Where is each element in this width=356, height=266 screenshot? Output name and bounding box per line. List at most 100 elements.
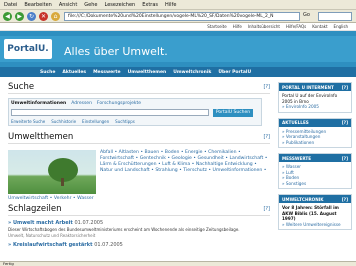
tab-umweltinformationen[interactable]: Umweltinformationen (11, 101, 66, 106)
status-bar: Fertig (0, 261, 356, 266)
news-headline[interactable]: » Kreislaufwirtschaft gestärkt (8, 242, 92, 248)
site-header: PortalU. Alles über Umwelt. (0, 31, 356, 67)
forward-arrow-icon[interactable]: ▶ (15, 11, 24, 21)
portalu-logo[interactable]: PortalU. (4, 39, 52, 59)
search-tips-link[interactable]: Suchtipps (115, 119, 135, 124)
main-nav: Suche Aktuelles Messwerte Umweltthemen U… (0, 67, 356, 77)
box-title: UMWELTCHRONIK (282, 196, 324, 202)
sidebar-box-aktuelles: AKTUELLES [?] » Pressemitteilungen » Vera… (278, 117, 352, 148)
themes-help-link[interactable]: [?] (263, 134, 270, 140)
search-options: Erweiterte Suche Suchhistorie Einstellun… (11, 119, 135, 124)
news-title: Schlagzeilen (8, 204, 62, 214)
back-arrow-icon[interactable]: ◀ (3, 11, 12, 21)
landscape-image (8, 150, 96, 194)
sidebar-box-body: » Pressemitteilungen » Veranstaltungen »… (279, 127, 351, 148)
sidebar-item[interactable]: » Weitere Umweltereignisse (282, 222, 348, 228)
search-box: Umweltinformationen Adressen Forschungsp… (8, 98, 262, 126)
browser-search-input[interactable] (318, 11, 352, 21)
right-sidebar: PORTAL U INTERMENT [?] Portal U auf der E… (278, 82, 352, 235)
themes-section-header: Umweltthemen [?] (8, 132, 270, 144)
news-list: » Umwelt macht Arbeit 01.07.2005 Dieser … (8, 220, 270, 248)
sidebar-item[interactable]: Portal U auf der EnviroInfo 2005 in Brno (282, 93, 348, 104)
search-section-header: Suche [?] (8, 82, 270, 94)
box-help[interactable]: [?] (342, 197, 348, 202)
sidebar-box-chronik: UMWELTCHRONIK [?] Vor 8 Jahren: Störfall … (278, 194, 352, 230)
sidebar-box-header: UMWELTCHRONIK [?] (279, 195, 351, 203)
box-title: PORTAL U INTERMENT (282, 84, 334, 90)
address-bar[interactable]: file:///C:/Dokumente%20und%20Einstellung… (64, 11, 300, 21)
menu-tools[interactable]: Extras (142, 2, 158, 8)
news-item-title[interactable]: » Umwelt macht Arbeit 01.07.2005 (8, 220, 270, 226)
news-date: 01.07.2005 (74, 220, 104, 226)
sidebar-item[interactable]: Vor 8 Jahren: Störfall im AKW Biblis (15… (282, 205, 348, 222)
sidebar-box-messwerte: MESSWERTE [?] » Wasser » Luft » Boden » S… (278, 153, 352, 189)
box-title: AKTUELLES (282, 120, 309, 125)
nav-umweltchronik[interactable]: Umweltchronik (173, 70, 211, 75)
menu-help[interactable]: Hilfe (165, 2, 176, 8)
link-startseite[interactable]: Startseite (207, 24, 226, 29)
menu-view[interactable]: Ansicht (59, 2, 77, 8)
sidebar-box-body: Vor 8 Jahren: Störfall im AKW Biblis (15… (279, 203, 351, 229)
tree-trunk (61, 178, 64, 186)
link-faq[interactable]: Hilfe/FAQs (286, 24, 306, 29)
news-item-title[interactable]: » Kreislaufwirtschaft gestärkt 01.07.200… (8, 242, 270, 248)
main-area: Suche [?] Umweltinformationen Adressen F… (0, 77, 356, 261)
nav-aktuelles[interactable]: Aktuelles (62, 70, 86, 75)
themes-list[interactable]: Abfall • Altlasten • Bauen • Boden • Ene… (100, 150, 270, 174)
tab-adressen[interactable]: Adressen (71, 101, 92, 106)
link-kontakt[interactable]: Kontakt (312, 24, 327, 29)
settings-link[interactable]: Einstellungen (82, 119, 109, 124)
search-history-link[interactable]: Suchhistorie (51, 119, 76, 124)
box-help[interactable]: [?] (342, 120, 348, 125)
link-inhalt[interactable]: Inhaltsübersicht (248, 24, 280, 29)
tab-forschungsprojekte[interactable]: Forschungsprojekte (97, 101, 141, 106)
site-slogan: Alles über Umwelt. (64, 45, 168, 58)
menu-bar: Datei Bearbeiten Ansicht Gehe Lesezeiche… (0, 0, 356, 10)
box-help[interactable]: [?] (342, 156, 348, 161)
themes-block: Abfall • Altlasten • Bauen • Boden • Ene… (8, 148, 270, 204)
nav-umweltthemen[interactable]: Umweltthemen (128, 70, 167, 75)
news-headline[interactable]: » Umwelt macht Arbeit (8, 220, 73, 226)
sidebar-box-body: Portal U auf der EnviroInfo 2005 in Brno… (279, 91, 351, 112)
menu-edit[interactable]: Bearbeiten (24, 2, 51, 8)
box-title: MESSWERTE (282, 155, 312, 161)
news-item-text: Dieser Wirtschaftsbogen des Bundesumwelt… (8, 227, 240, 232)
reload-icon[interactable]: ↻ (27, 11, 36, 21)
search-help-link[interactable]: [?] (263, 84, 270, 90)
themes-list-more[interactable]: Umweltwirtschaft • Verkehr • Wasser (8, 196, 94, 201)
search-tabs: Umweltinformationen Adressen Forschungsp… (11, 101, 141, 106)
link-english[interactable]: English (334, 24, 348, 29)
menu-bookmarks[interactable]: Lesezeichen (105, 2, 136, 8)
box-help[interactable]: [?] (342, 85, 348, 90)
go-button[interactable]: Go (303, 12, 310, 18)
sidebar-box-portal: PORTAL U INTERMENT [?] Portal U auf der E… (278, 82, 352, 113)
sidebar-item[interactable]: » Sonstiges (282, 181, 348, 187)
sidebar-box-header: PORTAL U INTERMENT [?] (279, 83, 351, 91)
sidebar-box-header: MESSWERTE [?] (279, 154, 351, 162)
news-date: 01.07.2005 (94, 242, 123, 248)
home-icon[interactable]: ⌂ (51, 11, 60, 21)
news-help-link[interactable]: [?] (263, 206, 270, 212)
search-button[interactable]: PortalU Suchen (213, 108, 253, 117)
extended-search-link[interactable]: Erweiterte Suche (11, 119, 45, 124)
menu-file[interactable]: Datei (4, 2, 17, 8)
top-links: Startseite Hilfe Inhaltsübersicht Hilfe/… (0, 23, 356, 31)
sidebar-item[interactable]: » EnviroInfo 2005 (282, 104, 348, 110)
search-input[interactable] (11, 109, 209, 116)
nav-ueber[interactable]: Über PortalU (218, 70, 251, 75)
link-hilfe[interactable]: Hilfe (233, 24, 242, 29)
menu-go[interactable]: Gehe (84, 2, 97, 8)
sidebar-box-body: » Wasser » Luft » Boden » Sonstiges (279, 162, 351, 188)
search-title: Suche (8, 82, 35, 92)
sidebar-box-header: AKTUELLES [?] (279, 118, 351, 127)
nav-messwerte[interactable]: Messwerte (93, 70, 121, 75)
browser-toolbar: ◀ ▶ ↻ ✕ ⌂ file:///C:/Dokumente%20und%20E… (0, 10, 356, 23)
sidebar-item[interactable]: » Publikationen (282, 140, 348, 146)
nav-suche[interactable]: Suche (40, 70, 55, 75)
news-section-header: Schlagzeilen [?] (8, 204, 270, 216)
news-item-source: Umwelt, Naturschutz und Reaktorsicherhei… (8, 233, 96, 238)
themes-title: Umweltthemen (8, 132, 74, 142)
content-column: Suche [?] Umweltinformationen Adressen F… (8, 82, 270, 248)
stop-icon[interactable]: ✕ (39, 11, 48, 21)
header-band (0, 36, 356, 62)
